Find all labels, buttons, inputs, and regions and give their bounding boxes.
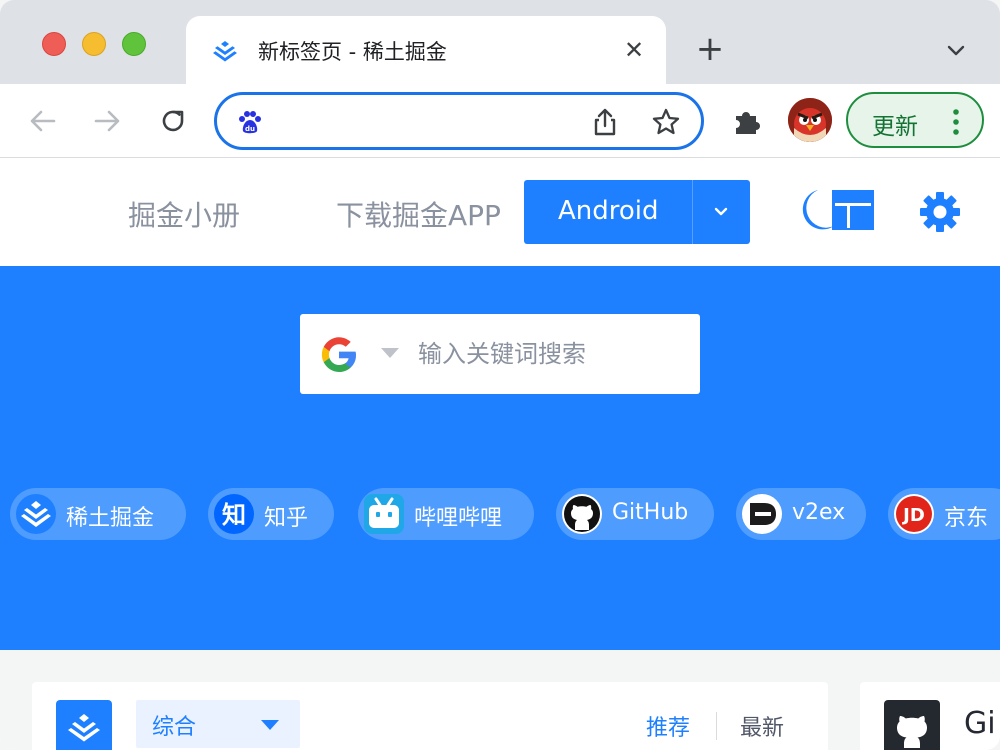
- new-tab-page: 掘金小册 下载掘金APP Android 输入关键词搜索 稀土掘金 知 知乎 哔…: [0, 158, 1000, 750]
- shortcut-label: 稀土掘金: [66, 506, 155, 531]
- jd-icon: JD: [894, 494, 934, 534]
- angry-bird-avatar-icon: [788, 98, 832, 142]
- gear-icon[interactable]: [918, 190, 962, 234]
- juejin-logo-icon: [56, 700, 112, 750]
- address-input[interactable]: [277, 105, 577, 137]
- close-window-button[interactable]: [42, 32, 66, 56]
- top-navigation: 掘金小册 下载掘金APP Android: [0, 158, 1000, 266]
- more-menu-icon[interactable]: [952, 108, 960, 136]
- juejin-favicon-icon: [213, 41, 237, 62]
- reload-icon[interactable]: [156, 104, 190, 138]
- svg-text:du: du: [245, 125, 255, 133]
- side-card-title: Gi: [964, 706, 996, 741]
- chevron-down-icon[interactable]: [710, 200, 732, 222]
- category-select[interactable]: 综合: [136, 700, 300, 748]
- tab-search-chevron-icon[interactable]: [944, 38, 968, 62]
- github-feed-card: Gi: [860, 682, 1000, 750]
- extensions-puzzle-icon[interactable]: [730, 106, 762, 138]
- search-input[interactable]: [418, 332, 690, 376]
- minimize-window-button[interactable]: [82, 32, 106, 56]
- tab-latest[interactable]: 最新: [740, 710, 784, 742]
- update-button[interactable]: 更新: [846, 92, 984, 148]
- shortcut-bilibili[interactable]: 哔哩哔哩: [358, 488, 534, 540]
- shortcut-label: 哔哩哔哩: [414, 506, 503, 531]
- tab-divider: [716, 712, 717, 740]
- google-icon[interactable]: [318, 334, 360, 376]
- theme-layout-icon[interactable]: [794, 188, 876, 232]
- profile-avatar[interactable]: [788, 98, 832, 142]
- shortcut-v2ex[interactable]: v2ex: [736, 488, 866, 540]
- zoom-window-button[interactable]: [122, 32, 146, 56]
- shortcut-label: 知乎: [264, 506, 309, 531]
- new-tab-button[interactable]: +: [694, 32, 726, 66]
- platform-label: Android: [558, 196, 659, 226]
- back-icon[interactable]: [26, 104, 60, 138]
- update-label: 更新: [872, 114, 918, 140]
- shortcut-label: 京东: [944, 506, 989, 531]
- tab-close-icon[interactable]: ✕: [620, 36, 648, 64]
- juejin-icon: [16, 494, 56, 534]
- shortcut-jd[interactable]: JD 京东: [888, 488, 1000, 540]
- feed-card: 综合 推荐 最新: [32, 682, 828, 750]
- address-bar[interactable]: du: [214, 92, 704, 150]
- browser-window: 新标签页 - 稀土掘金 ✕ + du 更新 掘金小册 下载掘金APP Andro…: [0, 0, 1000, 750]
- forward-icon[interactable]: [90, 104, 124, 138]
- bilibili-icon: [364, 494, 404, 534]
- shortcut-label: v2ex: [792, 500, 846, 525]
- category-dropdown-icon: [261, 720, 279, 730]
- tab-recommend[interactable]: 推荐: [646, 710, 690, 742]
- platform-divider: [692, 180, 693, 244]
- browser-toolbar: du 更新: [0, 84, 1000, 158]
- zhihu-icon: 知: [214, 494, 254, 534]
- svg-text:知: 知: [222, 501, 246, 529]
- v2ex-icon: [742, 494, 782, 534]
- hero-banner: 稀土掘金 知 知乎: [0, 266, 1000, 650]
- nav-link-booklets[interactable]: 掘金小册: [128, 194, 240, 234]
- shortcut-zhihu[interactable]: 知 知乎: [208, 488, 334, 540]
- active-tab[interactable]: 新标签页 - 稀土掘金 ✕: [186, 16, 666, 84]
- github-icon: [562, 494, 602, 534]
- nav-link-download-app[interactable]: 下载掘金APP: [336, 194, 501, 234]
- github-logo-icon: [884, 700, 940, 750]
- shortcut-juejin[interactable]: 稀土掘金: [10, 488, 186, 540]
- shortcut-label: GitHub: [612, 500, 689, 525]
- tab-title: 新标签页 - 稀土掘金: [258, 40, 447, 64]
- category-value: 综合: [152, 715, 197, 740]
- shortcut-github[interactable]: GitHub: [556, 488, 714, 540]
- platform-select-button[interactable]: Android: [524, 180, 750, 244]
- search-box: [300, 314, 700, 394]
- svg-text:JD: JD: [901, 505, 925, 526]
- bookmark-star-icon[interactable]: [651, 107, 681, 137]
- tab-strip: 新标签页 - 稀土掘金 ✕ +: [0, 0, 1000, 84]
- engine-dropdown-icon[interactable]: [380, 346, 400, 360]
- baidu-search-engine-icon: du: [239, 111, 261, 134]
- share-icon[interactable]: [591, 107, 619, 137]
